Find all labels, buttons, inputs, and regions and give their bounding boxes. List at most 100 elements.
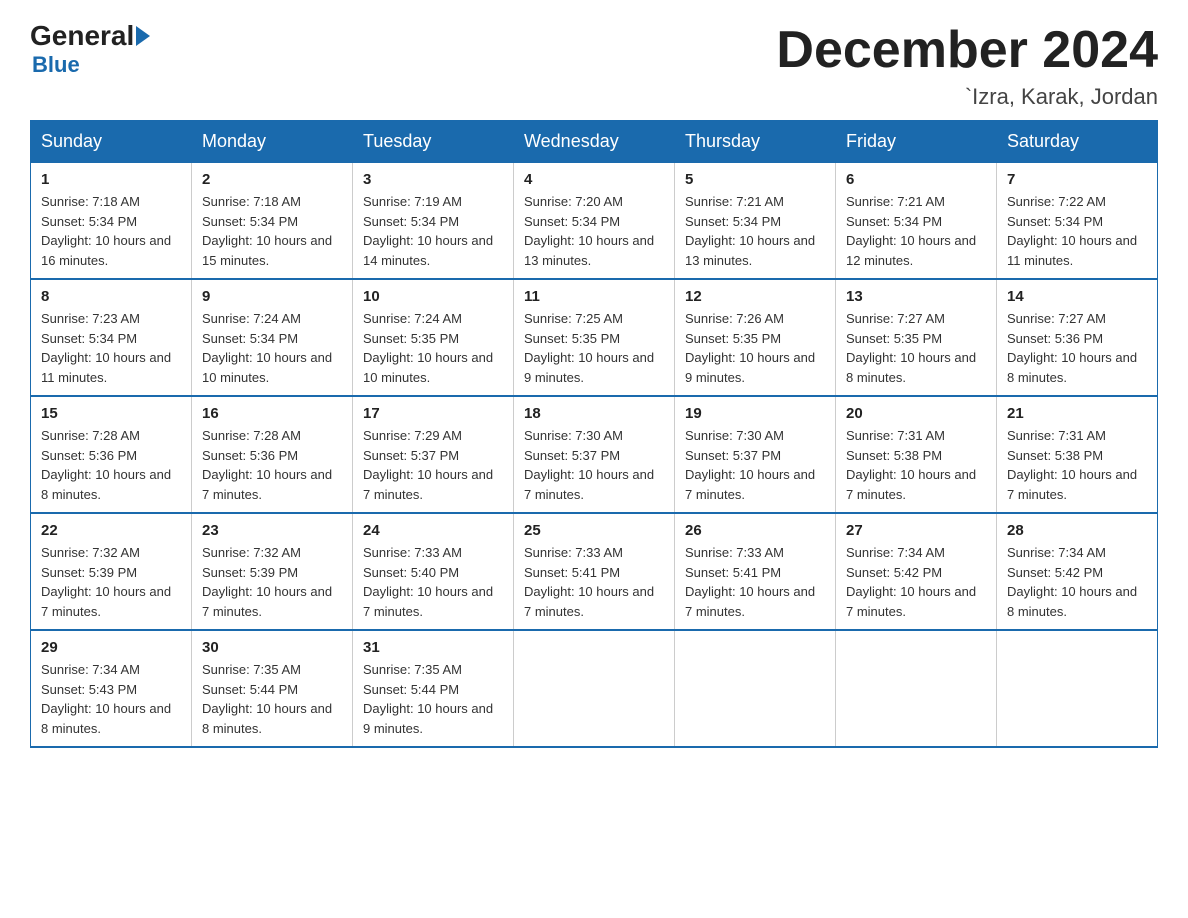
- day-of-week-header: Tuesday: [353, 121, 514, 163]
- calendar-day-cell: 3 Sunrise: 7:19 AMSunset: 5:34 PMDaylight…: [353, 163, 514, 280]
- day-number: 7: [1007, 171, 1147, 188]
- calendar-day-cell: 6Sunrise: 7:21 AMSunset: 5:34 PMDaylight…: [836, 163, 997, 280]
- day-info: Sunrise: 7:30 AMSunset: 5:37 PMDaylight:…: [685, 426, 825, 504]
- title-section: December 2024 `Izra, Karak, Jordan: [776, 20, 1158, 110]
- calendar-day-cell: 24 Sunrise: 7:33 AMSunset: 5:40 PMDayligh…: [353, 513, 514, 630]
- day-info: Sunrise: 7:26 AMSunset: 5:35 PMDaylight:…: [685, 309, 825, 387]
- day-number: 23: [202, 522, 342, 539]
- day-info: Sunrise: 7:23 AMSunset: 5:34 PMDaylight:…: [41, 309, 181, 387]
- day-of-week-header: Monday: [192, 121, 353, 163]
- day-number: 17: [363, 405, 503, 422]
- day-info: Sunrise: 7:34 AMSunset: 5:42 PMDaylight:…: [846, 543, 986, 621]
- calendar-day-cell: 30Sunrise: 7:35 AMSunset: 5:44 PMDayligh…: [192, 630, 353, 747]
- calendar-week-row: 22Sunrise: 7:32 AMSunset: 5:39 PMDayligh…: [31, 513, 1158, 630]
- day-number: 6: [846, 171, 986, 188]
- day-info: Sunrise: 7:32 AMSunset: 5:39 PMDaylight:…: [41, 543, 181, 621]
- day-info: Sunrise: 7:19 AMSunset: 5:34 PMDaylight:…: [363, 192, 503, 270]
- day-of-week-header: Wednesday: [514, 121, 675, 163]
- day-number: 21: [1007, 405, 1147, 422]
- day-info: Sunrise: 7:28 AMSunset: 5:36 PMDaylight:…: [41, 426, 181, 504]
- day-number: 18: [524, 405, 664, 422]
- day-number: 25: [524, 522, 664, 539]
- calendar-day-cell: 16Sunrise: 7:28 AMSunset: 5:36 PMDayligh…: [192, 396, 353, 513]
- day-of-week-header: Friday: [836, 121, 997, 163]
- calendar-day-cell: 10Sunrise: 7:24 AMSunset: 5:35 PMDayligh…: [353, 279, 514, 396]
- day-info: Sunrise: 7:33 AMSunset: 5:41 PMDaylight:…: [524, 543, 664, 621]
- calendar-day-cell: 31 Sunrise: 7:35 AMSunset: 5:44 PMDayligh…: [353, 630, 514, 747]
- calendar-day-cell: 1 Sunrise: 7:18 AMSunset: 5:34 PMDaylight…: [31, 163, 192, 280]
- day-number: 5: [685, 171, 825, 188]
- location-text: `Izra, Karak, Jordan: [776, 84, 1158, 110]
- logo-general-text: General: [30, 20, 134, 52]
- day-of-week-header: Saturday: [997, 121, 1158, 163]
- day-info: Sunrise: 7:32 AMSunset: 5:39 PMDaylight:…: [202, 543, 342, 621]
- logo-arrow-icon: [136, 26, 150, 46]
- day-info: Sunrise: 7:33 AMSunset: 5:41 PMDaylight:…: [685, 543, 825, 621]
- calendar-day-cell: 28 Sunrise: 7:34 AMSunset: 5:42 PMDayligh…: [997, 513, 1158, 630]
- day-number: 27: [846, 522, 986, 539]
- day-info: Sunrise: 7:21 AMSunset: 5:34 PMDaylight:…: [685, 192, 825, 270]
- calendar-day-cell: 11Sunrise: 7:25 AMSunset: 5:35 PMDayligh…: [514, 279, 675, 396]
- day-number: 31: [363, 639, 503, 656]
- calendar-day-cell: 7 Sunrise: 7:22 AMSunset: 5:34 PMDaylight…: [997, 163, 1158, 280]
- day-info: Sunrise: 7:34 AMSunset: 5:42 PMDaylight:…: [1007, 543, 1147, 621]
- calendar-day-cell: [997, 630, 1158, 747]
- day-number: 1: [41, 171, 181, 188]
- day-number: 4: [524, 171, 664, 188]
- calendar-day-cell: 14 Sunrise: 7:27 AMSunset: 5:36 PMDayligh…: [997, 279, 1158, 396]
- day-number: 19: [685, 405, 825, 422]
- calendar-day-cell: 29Sunrise: 7:34 AMSunset: 5:43 PMDayligh…: [31, 630, 192, 747]
- day-number: 12: [685, 288, 825, 305]
- calendar-day-cell: 13Sunrise: 7:27 AMSunset: 5:35 PMDayligh…: [836, 279, 997, 396]
- day-info: Sunrise: 7:35 AMSunset: 5:44 PMDaylight:…: [363, 660, 503, 738]
- day-number: 30: [202, 639, 342, 656]
- day-of-week-header: Sunday: [31, 121, 192, 163]
- calendar-day-cell: 22Sunrise: 7:32 AMSunset: 5:39 PMDayligh…: [31, 513, 192, 630]
- calendar-day-cell: 26 Sunrise: 7:33 AMSunset: 5:41 PMDayligh…: [675, 513, 836, 630]
- day-number: 2: [202, 171, 342, 188]
- calendar-day-cell: [514, 630, 675, 747]
- day-info: Sunrise: 7:24 AMSunset: 5:34 PMDaylight:…: [202, 309, 342, 387]
- day-info: Sunrise: 7:31 AMSunset: 5:38 PMDaylight:…: [846, 426, 986, 504]
- calendar-day-cell: 2Sunrise: 7:18 AMSunset: 5:34 PMDaylight…: [192, 163, 353, 280]
- day-info: Sunrise: 7:29 AMSunset: 5:37 PMDaylight:…: [363, 426, 503, 504]
- day-number: 20: [846, 405, 986, 422]
- day-info: Sunrise: 7:30 AMSunset: 5:37 PMDaylight:…: [524, 426, 664, 504]
- calendar-day-cell: [675, 630, 836, 747]
- calendar-day-cell: 23 Sunrise: 7:32 AMSunset: 5:39 PMDayligh…: [192, 513, 353, 630]
- day-number: 14: [1007, 288, 1147, 305]
- calendar-day-cell: 20 Sunrise: 7:31 AMSunset: 5:38 PMDayligh…: [836, 396, 997, 513]
- calendar-week-row: 1 Sunrise: 7:18 AMSunset: 5:34 PMDaylight…: [31, 163, 1158, 280]
- calendar-day-cell: 9Sunrise: 7:24 AMSunset: 5:34 PMDaylight…: [192, 279, 353, 396]
- calendar-day-cell: 4Sunrise: 7:20 AMSunset: 5:34 PMDaylight…: [514, 163, 675, 280]
- day-number: 8: [41, 288, 181, 305]
- calendar-day-cell: 8 Sunrise: 7:23 AMSunset: 5:34 PMDaylight…: [31, 279, 192, 396]
- calendar-day-cell: 25 Sunrise: 7:33 AMSunset: 5:41 PMDayligh…: [514, 513, 675, 630]
- calendar-week-row: 29Sunrise: 7:34 AMSunset: 5:43 PMDayligh…: [31, 630, 1158, 747]
- day-info: Sunrise: 7:18 AMSunset: 5:34 PMDaylight:…: [41, 192, 181, 270]
- day-info: Sunrise: 7:27 AMSunset: 5:36 PMDaylight:…: [1007, 309, 1147, 387]
- page-header: General Blue December 2024 `Izra, Karak,…: [30, 20, 1158, 110]
- day-info: Sunrise: 7:31 AMSunset: 5:38 PMDaylight:…: [1007, 426, 1147, 504]
- calendar-week-row: 8 Sunrise: 7:23 AMSunset: 5:34 PMDaylight…: [31, 279, 1158, 396]
- month-title: December 2024: [776, 20, 1158, 80]
- day-of-week-header: Thursday: [675, 121, 836, 163]
- calendar-day-cell: 21 Sunrise: 7:31 AMSunset: 5:38 PMDayligh…: [997, 396, 1158, 513]
- day-info: Sunrise: 7:28 AMSunset: 5:36 PMDaylight:…: [202, 426, 342, 504]
- calendar-day-cell: [836, 630, 997, 747]
- day-number: 3: [363, 171, 503, 188]
- day-number: 24: [363, 522, 503, 539]
- day-number: 26: [685, 522, 825, 539]
- calendar-day-cell: 19 Sunrise: 7:30 AMSunset: 5:37 PMDayligh…: [675, 396, 836, 513]
- calendar-day-cell: 27 Sunrise: 7:34 AMSunset: 5:42 PMDayligh…: [836, 513, 997, 630]
- day-info: Sunrise: 7:27 AMSunset: 5:35 PMDaylight:…: [846, 309, 986, 387]
- calendar-day-cell: 15Sunrise: 7:28 AMSunset: 5:36 PMDayligh…: [31, 396, 192, 513]
- day-info: Sunrise: 7:25 AMSunset: 5:35 PMDaylight:…: [524, 309, 664, 387]
- day-number: 28: [1007, 522, 1147, 539]
- calendar-day-cell: 18 Sunrise: 7:30 AMSunset: 5:37 PMDayligh…: [514, 396, 675, 513]
- day-info: Sunrise: 7:33 AMSunset: 5:40 PMDaylight:…: [363, 543, 503, 621]
- day-info: Sunrise: 7:22 AMSunset: 5:34 PMDaylight:…: [1007, 192, 1147, 270]
- calendar-table: SundayMondayTuesdayWednesdayThursdayFrid…: [30, 120, 1158, 748]
- day-info: Sunrise: 7:34 AMSunset: 5:43 PMDaylight:…: [41, 660, 181, 738]
- calendar-day-cell: 12 Sunrise: 7:26 AMSunset: 5:35 PMDayligh…: [675, 279, 836, 396]
